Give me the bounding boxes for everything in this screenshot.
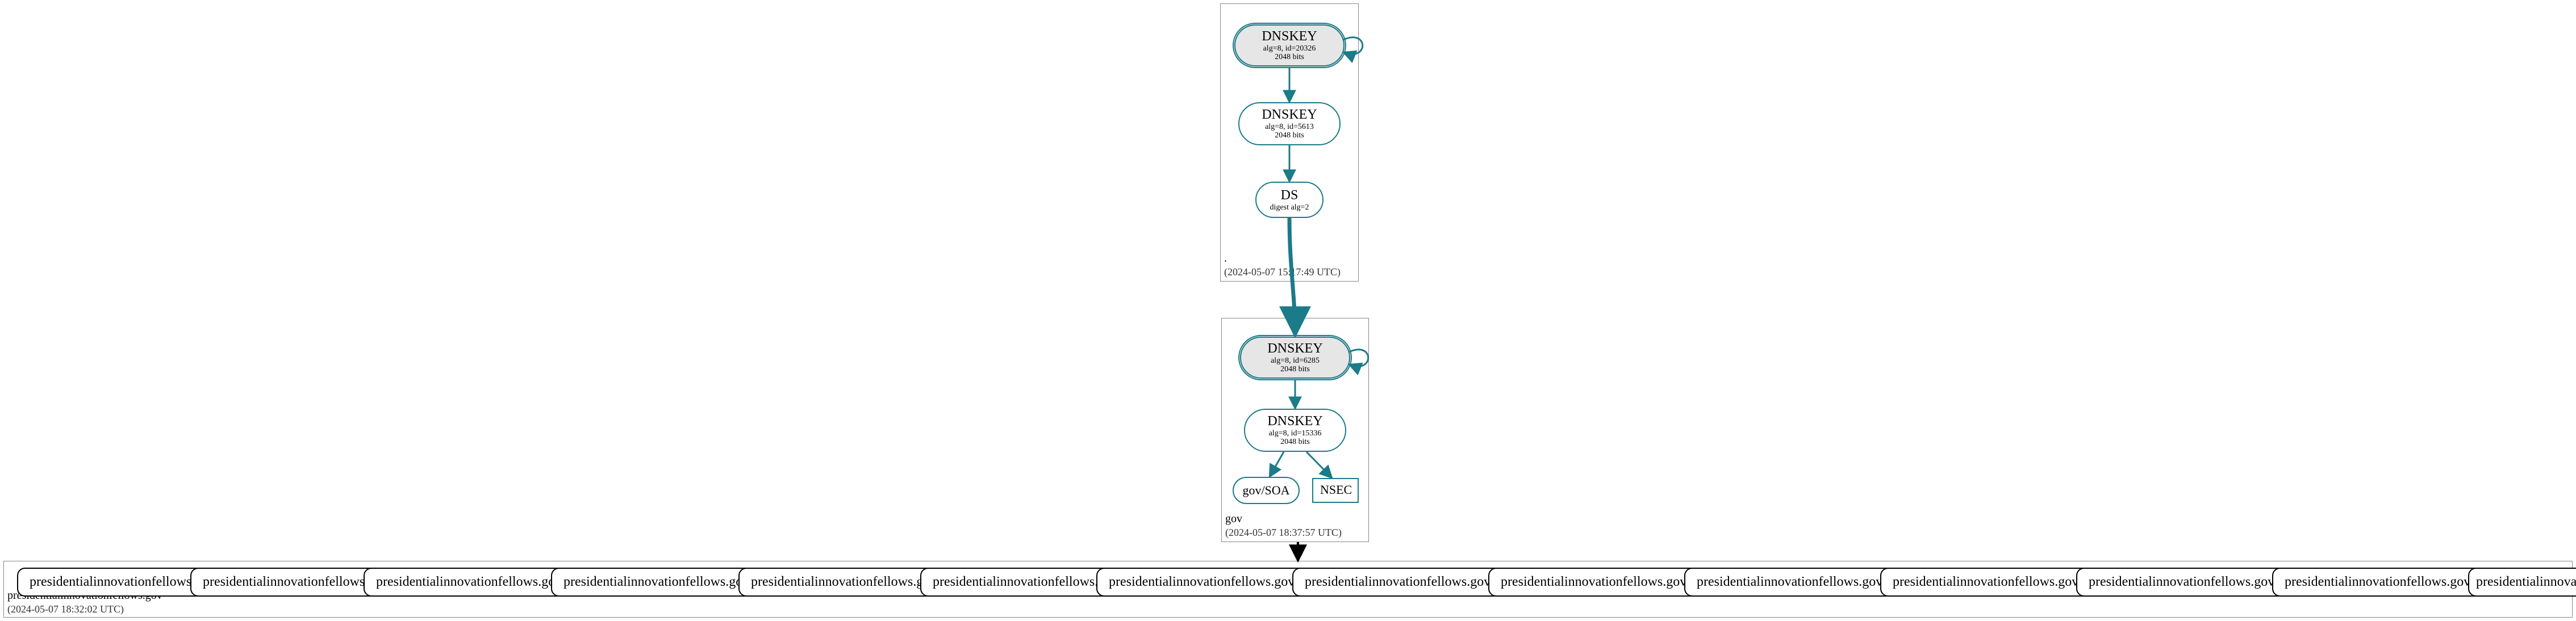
root-zsk-bits: 2048 bits (1275, 131, 1304, 140)
gov-ksk-node: DNSKEY alg=8, id=6285 2048 bits (1238, 335, 1352, 380)
root-ksk-bits: 2048 bits (1275, 53, 1304, 61)
gov-nsec-node: NSEC (1312, 478, 1359, 503)
root-ds-alg: digest alg=2 (1270, 203, 1309, 212)
gov-nsec-title: NSEC (1320, 482, 1352, 497)
root-ksk-title: DNSKEY (1262, 29, 1317, 44)
root-ds-node: DS digest alg=2 (1255, 182, 1324, 218)
gov-zsk-alg: alg=8, id=15336 (1269, 429, 1322, 438)
gov-soa-title: gov/SOA (1242, 484, 1289, 497)
zone-root-name: . (1224, 252, 1227, 265)
root-zsk-title: DNSKEY (1262, 107, 1317, 122)
zone-gov-ts: (2024-05-07 18:37:57 UTC) (1225, 527, 1342, 538)
gov-zsk-node: DNSKEY alg=8, id=15336 2048 bits (1244, 409, 1346, 452)
gov-zsk-title: DNSKEY (1267, 414, 1322, 429)
zone-root-ts: (2024-05-07 15:17:49 UTC) (1224, 266, 1341, 278)
gov-soa-node: gov/SOA (1233, 477, 1300, 504)
gov-ksk-bits: 2048 bits (1280, 365, 1310, 374)
root-ksk-node: DNSKEY alg=8, id=20326 2048 bits (1233, 23, 1346, 68)
root-zsk-node: DNSKEY alg=8, id=5613 2048 bits (1238, 102, 1341, 145)
pif-record-label: presidentialinnovationfellows.gov/AAAA (2476, 574, 2576, 589)
gov-zsk-bits: 2048 bits (1280, 438, 1310, 446)
gov-ksk-title: DNSKEY (1267, 341, 1322, 356)
root-ds-title: DS (1281, 188, 1299, 203)
root-zsk-alg: alg=8, id=5613 (1265, 123, 1314, 131)
root-ksk-alg: alg=8, id=20326 (1263, 44, 1316, 53)
gov-ksk-alg: alg=8, id=6285 (1271, 356, 1320, 365)
zone-root-label: . (2024-05-07 15:17:49 UTC) (1224, 251, 1341, 279)
zone-gov-name: gov (1225, 513, 1242, 525)
zone-gov-label: gov (2024-05-07 18:37:57 UTC) (1225, 512, 1342, 539)
zone-pif-ts: (2024-05-07 18:32:02 UTC) (7, 603, 124, 615)
pif-record: presidentialinnovationfellows.gov/AAAA (2468, 568, 2576, 597)
